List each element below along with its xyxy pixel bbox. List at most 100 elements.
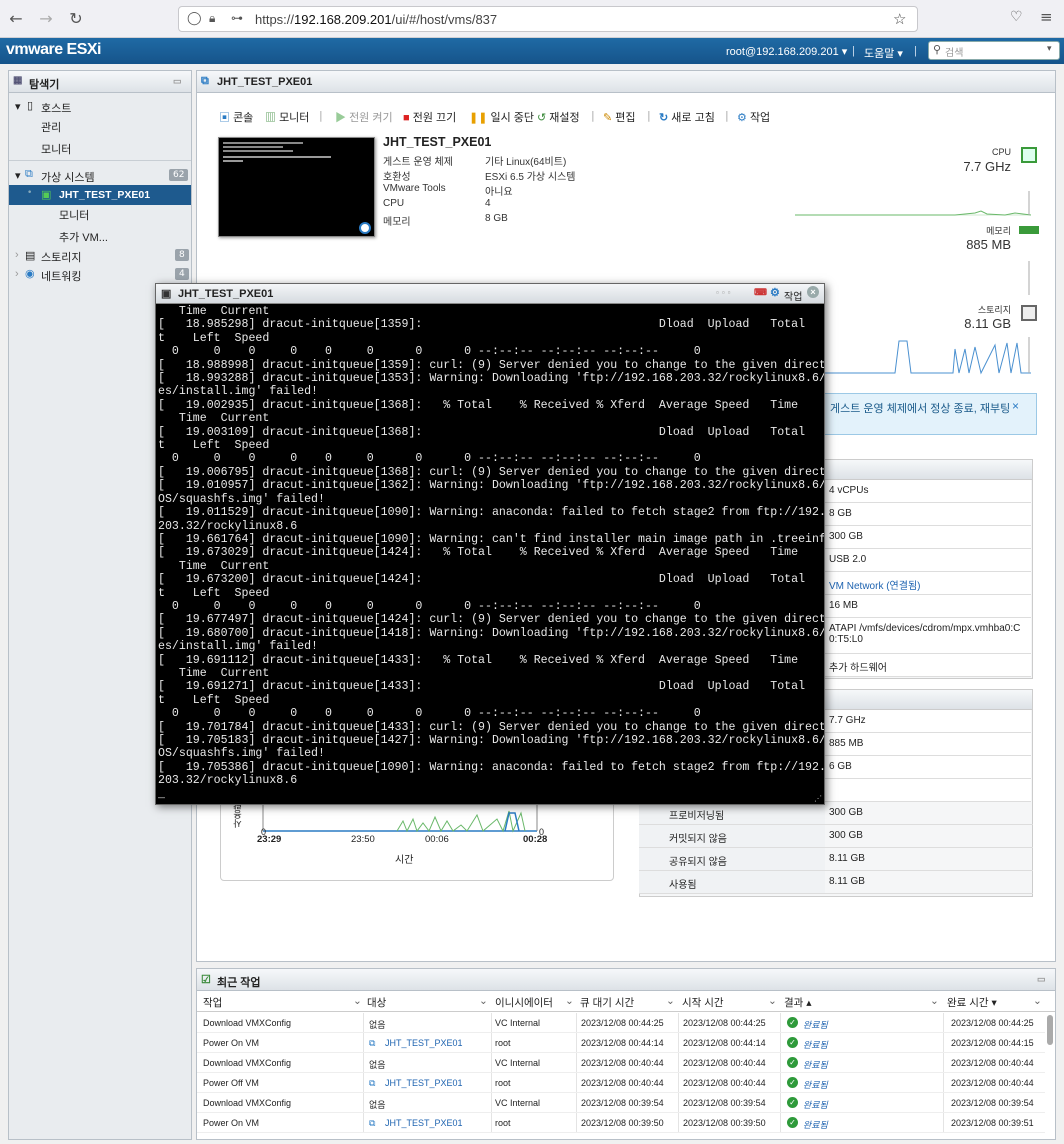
keyboard-icon[interactable]: ⌨ [754, 287, 767, 298]
power-on-button[interactable]: ▶ 전원 켜기 [335, 109, 393, 125]
power-off-label: 전원 끄기 [412, 112, 457, 124]
console-line: [ 19.680700] dracut-initqueue[1418]: War… [158, 626, 824, 640]
menu-icon[interactable]: ≡ [1040, 8, 1053, 26]
task-result[interactable]: 완료됨 [803, 1038, 828, 1051]
task-column-header[interactable]: 작업 [203, 995, 222, 1010]
storage-row-label: 공유되지 않음 [639, 848, 825, 870]
task-column-header[interactable]: 완료 시간 ▾ [947, 995, 997, 1010]
task-column-header[interactable]: 이니시에이터 [495, 995, 553, 1010]
storage-row: 사용됨 8.11 GB [639, 871, 1033, 894]
task-result[interactable]: 완료됨 [803, 1118, 828, 1131]
resize-grip-icon[interactable]: ⋰ [814, 794, 822, 803]
task-column-header[interactable]: 시작 시간 [682, 995, 724, 1010]
help-menu[interactable]: 도움말 ▾ [864, 45, 903, 61]
scrollbar-thumb[interactable] [1047, 1015, 1053, 1045]
res-memory-value: 885 MB [825, 733, 1031, 756]
console-thumbnail[interactable] [218, 137, 375, 237]
tree-toggle-icon[interactable]: ▾ [15, 169, 21, 182]
sidebar-item-monitor[interactable]: 모니터 [41, 141, 71, 157]
chevron-down-icon[interactable]: ⌄ [768, 995, 777, 1007]
hw-add-hardware[interactable]: 추가 하드웨어 [825, 654, 1031, 677]
refresh-button[interactable]: ↻ 새로 고침 [659, 109, 715, 125]
close-icon[interactable]: × [1012, 399, 1019, 413]
task-target-link[interactable]: JHT_TEST_PXE01 [385, 1078, 463, 1088]
task-start-time: 2023/12/08 00:44:14 [683, 1038, 766, 1048]
chevron-down-icon[interactable]: ⌄ [666, 995, 675, 1007]
address-bar[interactable]: ◯ 🔒︎ ⊶ https://192.168.209.201/ui/#/host… [178, 6, 918, 32]
sidebar-item-more-vms[interactable]: 추가 VM... [59, 229, 108, 245]
reset-button[interactable]: ↺ 재설정 [537, 109, 580, 125]
task-row[interactable]: Power On VM ⧉ JHT_TEST_PXE01 root 2023/12/08… [197, 1113, 1045, 1133]
sidebar-item-manage[interactable]: 관리 [41, 119, 61, 135]
chevron-down-icon[interactable]: ⌄ [1033, 995, 1042, 1007]
back-arrow-icon[interactable]: ← [6, 9, 26, 29]
reload-icon[interactable]: ↻ [66, 9, 86, 29]
chevron-down-icon[interactable]: ⌄ [565, 995, 574, 1007]
actions-button[interactable]: ⚙ 작업 [737, 109, 770, 125]
open-console-icon[interactable] [359, 222, 371, 234]
task-row[interactable]: Power On VM ⧉ JHT_TEST_PXE01 root 2023/12/08… [197, 1033, 1045, 1053]
task-queued-time: 2023/12/08 00:39:50 [581, 1118, 664, 1128]
task-target-link[interactable]: JHT_TEST_PXE01 [385, 1038, 463, 1048]
sidebar-item-networking[interactable]: 네트워킹 [41, 268, 81, 284]
info-memory-value: 8 GB [485, 213, 508, 224]
monitor-button[interactable]: ▥ 모니터 [265, 109, 309, 125]
task-row[interactable]: Download VMXConfig 없음 VC Internal 2023/12/0… [197, 1053, 1045, 1073]
task-result[interactable]: 완료됨 [803, 1018, 828, 1031]
task-result[interactable]: 완료됨 [803, 1098, 828, 1111]
power-off-button[interactable]: ■ 전원 끄기 [403, 109, 456, 125]
close-icon[interactable]: × [807, 286, 819, 298]
search-input[interactable]: ⚲ 검색 ▾ [928, 41, 1060, 60]
sidebar-item-storage[interactable]: 스토리지 [41, 249, 81, 265]
tree-toggle-icon[interactable]: › [15, 268, 19, 280]
user-menu[interactable]: root@192.168.209.201 ▾ [726, 45, 847, 58]
sidebar-item-vm-monitor[interactable]: 모니터 [59, 207, 89, 223]
chevron-down-icon[interactable]: ⌄ [479, 995, 488, 1007]
suspend-button[interactable]: ❚❚ 일시 중단 [469, 109, 534, 125]
hw-network-link[interactable]: VM Network (연결됨) [825, 572, 1031, 595]
console-output[interactable]: Time Current[ 18.985298] dracut-initqueu… [158, 305, 824, 803]
console-window[interactable]: ▣ JHT_TEST_PXE01 ▫▫▫ ⌨ ⚙ 작업 × Time Curre… [155, 283, 825, 805]
pocket-icon[interactable]: ♡ [1010, 9, 1023, 25]
task-row[interactable]: Download VMXConfig 없음 VC Internal 2023/12/0… [197, 1013, 1045, 1033]
hw-cdrom-line2: 0:T5:L0 [829, 634, 863, 645]
collapse-icon[interactable]: ▭ [173, 76, 182, 87]
tree-toggle-icon[interactable]: • [27, 188, 32, 198]
console-line: es/install.img' failed! [158, 640, 319, 654]
window-controls-icon[interactable]: ▫▫▫ [716, 288, 734, 297]
console-actions-label[interactable]: 작업 [784, 288, 802, 303]
forward-arrow-icon[interactable]: → [36, 9, 56, 29]
info-cpu-label: CPU [383, 198, 405, 209]
sidebar-item-vms[interactable]: 가상 시스템 [41, 169, 95, 185]
task-result[interactable]: 완료됨 [803, 1058, 828, 1071]
gear-icon[interactable]: ⚙ [770, 286, 780, 299]
task-target-link[interactable]: JHT_TEST_PXE01 [385, 1118, 463, 1128]
chevron-down-icon[interactable]: ▾ [1047, 44, 1052, 54]
url-prefix: https:// [255, 12, 295, 27]
sidebar-item-selected-vm[interactable]: • ▣ JHT_TEST_PXE01 [9, 185, 191, 205]
console-titlebar[interactable]: ▣ JHT_TEST_PXE01 ▫▫▫ ⌨ ⚙ 작업 × [156, 284, 824, 304]
chart-xtick: 00:06 [425, 834, 449, 845]
edit-button[interactable]: ✎ 편집 [603, 109, 636, 125]
task-result[interactable]: 완료됨 [803, 1078, 828, 1091]
task-row[interactable]: Download VMXConfig 없음 VC Internal 2023/12/0… [197, 1093, 1045, 1113]
search-icon: ⚲ [933, 43, 942, 56]
chevron-down-icon[interactable]: ⌄ [930, 995, 939, 1007]
task-row[interactable]: Power Off VM ⧉ JHT_TEST_PXE01 root 2023/12/0… [197, 1073, 1045, 1093]
info-tools-label: VMware Tools [383, 183, 446, 194]
console-button[interactable]: ▣ 콘솔 [219, 109, 253, 125]
url-host: 192.168.209.201 [294, 12, 392, 27]
chevron-down-icon[interactable]: ⌄ [353, 995, 362, 1007]
task-column-header[interactable]: 결과 ▴ [784, 995, 812, 1010]
bookmark-star-icon[interactable]: ☆ [893, 10, 906, 28]
info-guest-os-value: 기타 Linux(64비트) [485, 157, 567, 168]
task-column-header[interactable]: 큐 대기 시간 [580, 995, 634, 1010]
info-compat-value: ESXi 6.5 가상 시스템 [485, 172, 576, 183]
task-column-header[interactable]: 대상 [367, 995, 386, 1010]
task-target: 없음 [369, 1100, 386, 1110]
sidebar-item-host[interactable]: 호스트 [41, 100, 71, 116]
collapse-icon[interactable]: ▭ [1037, 974, 1046, 985]
url-path: /ui/#/host/vms/837 [391, 12, 498, 27]
tree-toggle-icon[interactable]: ▾ [15, 100, 21, 113]
tree-toggle-icon[interactable]: › [15, 249, 19, 261]
